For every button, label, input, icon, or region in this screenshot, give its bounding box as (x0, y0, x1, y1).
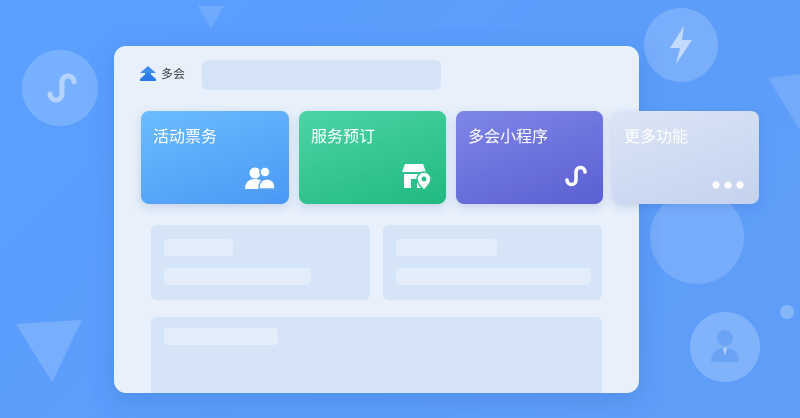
card-label: 更多功能 (624, 127, 689, 146)
card-more-features[interactable]: 更多功能 (612, 111, 759, 204)
card-label: 多会小程序 (468, 127, 549, 146)
bg-dot (780, 305, 794, 319)
skeleton-line (396, 268, 591, 285)
card-label: 活动票务 (153, 127, 218, 146)
mini-program-icon (47, 73, 77, 103)
people-icon (245, 166, 275, 190)
skeleton-line (164, 268, 311, 285)
card-service-booking[interactable]: 服务预订 (299, 111, 446, 204)
skeleton-line (164, 328, 278, 345)
card-mini-program[interactable]: 多会小程序 (456, 111, 603, 204)
bg-triangle (16, 320, 82, 382)
mini-program-icon (565, 165, 587, 187)
card-label: 服务预订 (311, 127, 376, 146)
store-location-icon (402, 164, 432, 190)
bg-user-circle (690, 312, 760, 382)
user-icon (711, 330, 739, 362)
card-activity-tickets[interactable]: 活动票务 (141, 111, 289, 204)
more-dots-icon (712, 181, 744, 189)
bg-mini-program-circle (22, 50, 98, 126)
feature-cards: 活动票务 服务预订 多会小程序 更多功能 (114, 46, 800, 246)
skeleton-block (151, 317, 602, 393)
bg-triangle (198, 6, 224, 28)
